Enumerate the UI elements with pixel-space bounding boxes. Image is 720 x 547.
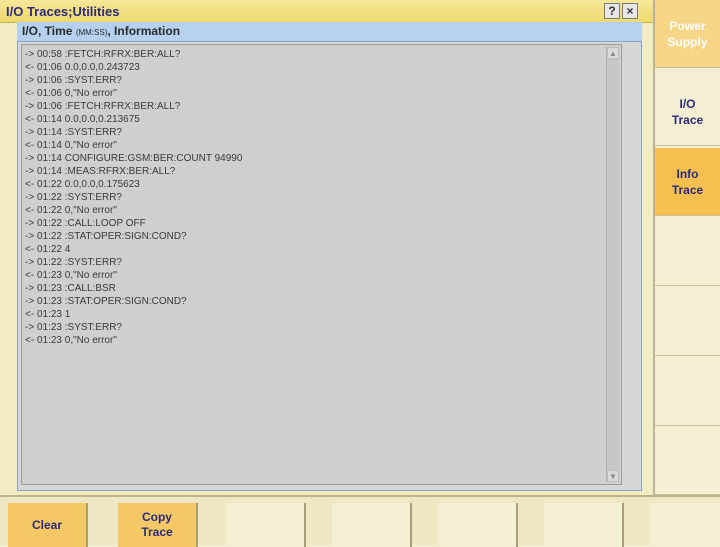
empty-bottom-key[interactable]: [332, 503, 412, 547]
log-line: <- 01:14 0,"No error": [25, 140, 117, 151]
empty-softkey[interactable]: [655, 288, 720, 356]
log-line: -> 01:23 :STAT:OPER:SIGN:COND?: [25, 296, 187, 307]
log-line: <- 01:23 0,"No error": [25, 270, 117, 281]
scroll-up-arrow-icon[interactable]: ▲: [607, 47, 619, 59]
log-line: -> 01:14 CONFIGURE:GSM:BER:COUNT 94990: [25, 153, 243, 164]
log-line: <- 01:14 0.0,0.0,0.213675: [25, 114, 140, 125]
help-button[interactable]: ?: [604, 3, 620, 19]
title-bar: I/O Traces;Utilities ? ×: [0, 0, 653, 23]
empty-softkey[interactable]: [655, 218, 720, 286]
bottom-softkeys: Clear Copy Trace: [0, 495, 720, 547]
window-title: I/O Traces;Utilities: [6, 4, 120, 19]
log-line: <- 01:06 0,"No error": [25, 88, 117, 99]
info-trace-softkey[interactable]: Info Trace: [655, 148, 720, 216]
softkey-label-line2: Supply: [667, 34, 708, 49]
panel-header: I/O, Time (MM:SS), Information: [17, 22, 642, 41]
header-information: , Information: [107, 24, 181, 38]
io-trace-softkey[interactable]: I/O Trace: [655, 78, 720, 146]
empty-bottom-key[interactable]: [438, 503, 518, 547]
log-line: -> 01:23 :SYST:ERR?: [25, 322, 122, 333]
log-line: <- 01:06 0.0,0.0,0.243723: [25, 62, 140, 73]
side-softkeys: Power Supply I/O Trace Info Trace: [655, 0, 720, 495]
log-line: <- 01:22 0,"No error": [25, 205, 117, 216]
trace-log[interactable]: -> 00:58 :FETCH:RFRX:BER:ALL? <- 01:06 0…: [21, 44, 622, 485]
copy-trace-button[interactable]: Copy Trace: [118, 503, 198, 547]
header-io-time: I/O, Time: [22, 24, 73, 38]
log-line: -> 01:22 :STAT:OPER:SIGN:COND?: [25, 231, 187, 242]
header-unit: (MM:SS): [75, 28, 108, 37]
close-button[interactable]: ×: [622, 3, 638, 19]
empty-softkey[interactable]: [655, 358, 720, 426]
clear-button[interactable]: Clear: [8, 503, 88, 547]
log-line: -> 01:23 :CALL:BSR: [25, 283, 116, 294]
log-line: -> 01:22 :SYST:ERR?: [25, 192, 122, 203]
softkey-label-line1: Info: [676, 166, 699, 181]
log-line: -> 01:14 :MEAS:RFRX:BER:ALL?: [25, 166, 176, 177]
power-supply-softkey[interactable]: Power Supply: [655, 0, 720, 68]
log-line: -> 01:14 :SYST:ERR?: [25, 127, 122, 138]
empty-softkey[interactable]: [655, 428, 720, 495]
softkey-label-line1: I/O: [679, 96, 696, 111]
vertical-scrollbar[interactable]: ▲ ▼: [606, 47, 619, 482]
log-line: <- 01:23 0,"No error": [25, 335, 117, 346]
log-line: -> 01:06 :SYST:ERR?: [25, 75, 122, 86]
log-line: <- 01:23 1: [25, 309, 71, 320]
softkey-label-line2: Trace: [671, 182, 704, 197]
log-line: -> 01:22 :CALL:LOOP OFF: [25, 218, 146, 229]
empty-bottom-key[interactable]: [650, 503, 720, 547]
io-traces-window: I/O Traces;Utilities ? × I/O, Time (MM:S…: [0, 0, 655, 495]
log-line: -> 01:06 :FETCH:RFRX:BER:ALL?: [25, 101, 181, 112]
softkey-label-line1: Power: [669, 18, 706, 33]
scroll-down-arrow-icon[interactable]: ▼: [607, 470, 619, 482]
copy-label-line1: Copy: [141, 510, 172, 524]
log-line: -> 00:58 :FETCH:RFRX:BER:ALL?: [25, 49, 181, 60]
log-line: <- 01:22 0.0,0.0,0.175623: [25, 179, 140, 190]
empty-bottom-key[interactable]: [544, 503, 624, 547]
empty-bottom-key[interactable]: [226, 503, 306, 547]
log-line: <- 01:22 4: [25, 244, 71, 255]
softkey-label-line2: Trace: [671, 112, 704, 127]
log-line: -> 01:22 :SYST:ERR?: [25, 257, 122, 268]
log-lines: -> 00:58 :FETCH:RFRX:BER:ALL? <- 01:06 0…: [25, 48, 615, 347]
copy-label-line2: Trace: [141, 525, 173, 539]
